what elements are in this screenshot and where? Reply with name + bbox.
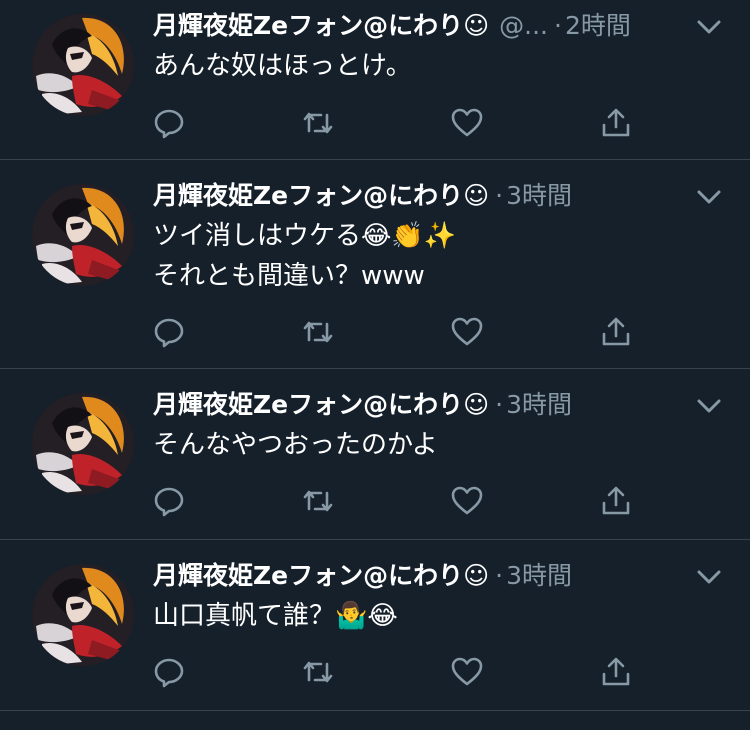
tweet-header: 月輝夜姫Zeフォン@にわり☺ · 3時間 bbox=[153, 389, 572, 421]
chevron-down-icon[interactable] bbox=[694, 391, 724, 421]
avatar[interactable] bbox=[32, 14, 134, 116]
heart-icon[interactable] bbox=[450, 655, 484, 689]
reply-icon[interactable] bbox=[152, 484, 186, 518]
heart-icon[interactable] bbox=[450, 484, 484, 518]
reply-icon[interactable] bbox=[152, 315, 186, 349]
chevron-down-icon[interactable] bbox=[694, 562, 724, 592]
tweet-header: 月輝夜姫Zeフォン@にわり☺ · 3時間 bbox=[153, 560, 572, 592]
display-name[interactable]: 月輝夜姫Zeフォン@にわり☺ bbox=[153, 11, 489, 40]
avatar[interactable] bbox=[32, 393, 134, 495]
tweet[interactable]: 月輝夜姫Zeフォン@にわり☺ · 3時間 山口真帆て誰？🤷‍♂️😂 bbox=[0, 540, 750, 711]
tweet-header: 月輝夜姫Zeフォン@にわり☺ · 3時間 bbox=[153, 180, 572, 212]
share-icon[interactable] bbox=[599, 484, 633, 518]
tweet-text-line: それとも間違い？www bbox=[153, 261, 425, 291]
tweet-text: あんな奴はほっとけ。 bbox=[153, 46, 412, 86]
retweet-icon[interactable] bbox=[301, 106, 335, 140]
retweet-icon[interactable] bbox=[301, 484, 335, 518]
action-bar bbox=[0, 484, 750, 524]
timestamp[interactable]: 2時間 bbox=[565, 11, 631, 40]
tweet-text-line: そんなやつおったのかよ bbox=[153, 430, 438, 460]
tweet-text: そんなやつおったのかよ bbox=[153, 425, 438, 465]
reply-icon[interactable] bbox=[152, 655, 186, 689]
action-bar bbox=[0, 655, 750, 695]
user-handle[interactable]: @... bbox=[499, 11, 548, 40]
tweet[interactable]: 月輝夜姫Zeフォン@にわり☺ · 3時間 そんなやつおったのかよ bbox=[0, 369, 750, 540]
tweet[interactable]: 月輝夜姫Zeフォン@にわり☺ @... · 2時間 あんな奴はほっとけ。 bbox=[0, 0, 750, 160]
timestamp[interactable]: 3時間 bbox=[506, 561, 572, 590]
share-icon[interactable] bbox=[599, 106, 633, 140]
retweet-icon[interactable] bbox=[301, 655, 335, 689]
chevron-down-icon[interactable] bbox=[694, 12, 724, 42]
tweet-text: ツイ消しはウケる😂👏✨ それとも間違い？www bbox=[153, 216, 456, 296]
avatar[interactable] bbox=[32, 564, 134, 666]
chevron-down-icon[interactable] bbox=[694, 182, 724, 212]
heart-icon[interactable] bbox=[450, 106, 484, 140]
share-icon[interactable] bbox=[599, 315, 633, 349]
separator-dot: · bbox=[495, 181, 504, 210]
avatar[interactable] bbox=[32, 184, 134, 286]
retweet-icon[interactable] bbox=[301, 315, 335, 349]
action-bar bbox=[0, 106, 750, 146]
tweet-text: 山口真帆て誰？🤷‍♂️😂 bbox=[153, 596, 398, 636]
tweet-header: 月輝夜姫Zeフォン@にわり☺ @... · 2時間 bbox=[153, 10, 631, 42]
timestamp[interactable]: 3時間 bbox=[506, 390, 572, 419]
tweet-text-line: ツイ消しはウケる😂👏✨ bbox=[153, 221, 457, 251]
tweet-text-line: あんな奴はほっとけ。 bbox=[153, 51, 412, 81]
separator-dot: · bbox=[495, 390, 504, 419]
action-bar bbox=[0, 315, 750, 355]
tweet-text-line: 山口真帆て誰？🤷‍♂️😂 bbox=[153, 601, 398, 631]
timestamp[interactable]: 3時間 bbox=[506, 181, 572, 210]
tweet[interactable]: 月輝夜姫Zeフォン@にわり☺ · 3時間 ツイ消しはウケる😂👏✨ それとも間違い？w… bbox=[0, 160, 750, 369]
display-name[interactable]: 月輝夜姫Zeフォン@にわり☺ bbox=[153, 181, 489, 210]
reply-icon[interactable] bbox=[152, 106, 186, 140]
display-name[interactable]: 月輝夜姫Zeフォン@にわり☺ bbox=[153, 561, 489, 590]
share-icon[interactable] bbox=[599, 655, 633, 689]
separator-dot: · bbox=[554, 11, 562, 40]
heart-icon[interactable] bbox=[450, 315, 484, 349]
display-name[interactable]: 月輝夜姫Zeフォン@にわり☺ bbox=[153, 390, 489, 419]
separator-dot: · bbox=[495, 561, 504, 590]
